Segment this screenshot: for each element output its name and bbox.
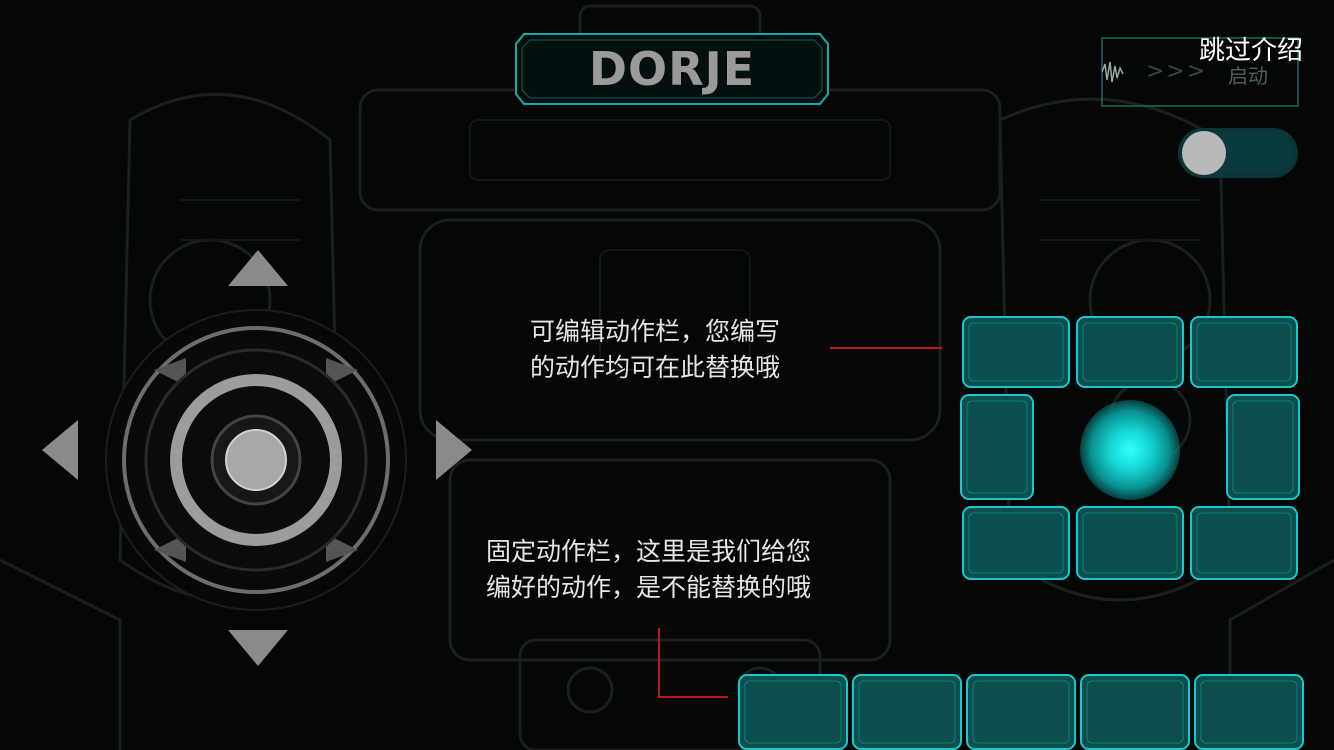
arrow-left-icon[interactable]	[40, 418, 80, 482]
editable-callout-line	[830, 347, 942, 349]
fixed-action-slot[interactable]	[736, 672, 850, 750]
editable-action-slot[interactable]	[1074, 504, 1186, 582]
fixed-callout-line-vertical	[658, 628, 660, 698]
waveform-icon	[1102, 61, 1124, 83]
editable-bar-caption-line1: 可编辑动作栏，您编写	[530, 317, 781, 346]
center-glow-orb	[1080, 400, 1180, 500]
fixed-bar-caption: 固定动作栏，这里是我们给您 编好的动作，是不能替换的哦	[486, 534, 866, 606]
fixed-action-slot[interactable]	[964, 672, 1078, 750]
editable-action-slot[interactable]	[1188, 504, 1300, 582]
toggle-knob[interactable]	[1182, 131, 1226, 175]
editable-action-slot[interactable]	[960, 504, 1072, 582]
fixed-action-slot[interactable]	[1192, 672, 1306, 750]
fixed-action-slot[interactable]	[850, 672, 964, 750]
editable-bar-caption-line2: 的动作均可在此替换哦	[530, 353, 781, 382]
skip-intro-button[interactable]: 跳过介绍	[1186, 30, 1316, 67]
editable-action-slot[interactable]	[1074, 314, 1186, 390]
editable-action-slot[interactable]	[1188, 314, 1300, 390]
title-plate: DORJE	[514, 32, 830, 106]
mode-toggle[interactable]	[1178, 128, 1298, 178]
editable-action-slot[interactable]	[960, 314, 1072, 390]
fixed-callout-line-horizontal	[658, 696, 728, 698]
fixed-bar-caption-line1: 固定动作栏，这里是我们给您	[486, 537, 812, 566]
fixed-bar-caption-line2: 编好的动作，是不能替换的哦	[486, 573, 812, 602]
editable-action-slot[interactable]	[1224, 392, 1302, 502]
fixed-action-slot[interactable]	[1078, 672, 1192, 750]
joystick[interactable]	[96, 300, 416, 620]
arrow-down-icon[interactable]	[226, 628, 290, 668]
arrow-right-icon[interactable]	[434, 418, 474, 482]
editable-action-slot[interactable]	[958, 392, 1036, 502]
app-title: DORJE	[588, 42, 756, 96]
editable-bar-caption: 可编辑动作栏，您编写 的动作均可在此替换哦	[530, 314, 830, 386]
arrow-up-icon[interactable]	[226, 248, 290, 288]
